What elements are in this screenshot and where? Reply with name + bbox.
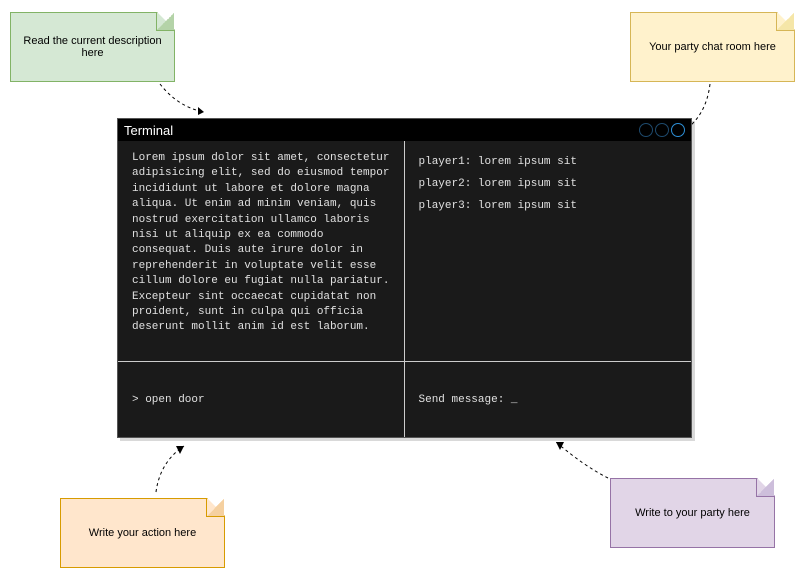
chat-player: player1 <box>419 156 465 168</box>
chat-player: player3 <box>419 200 465 212</box>
note-fold-icon <box>206 499 224 517</box>
note-chatroom-text: Your party chat room here <box>649 41 776 53</box>
chat-row: player3: lorem ipsum sit <box>419 195 678 217</box>
window-buttons <box>639 123 685 137</box>
note-send-text: Write to your party here <box>635 507 750 519</box>
note-description: Read the current description here <box>10 12 175 82</box>
note-send: Write to your party here <box>610 478 775 548</box>
send-input-pane[interactable]: Send message: _ <box>405 362 692 437</box>
terminal-window: Terminal Lorem ipsum dolor sit amet, con… <box>117 118 692 438</box>
terminal-title: Terminal <box>124 123 173 138</box>
terminal-body: Lorem ipsum dolor sit amet, consectetur … <box>118 141 691 437</box>
note-fold-icon <box>756 479 774 497</box>
chat-message: lorem ipsum sit <box>478 156 577 168</box>
note-action-text: Write your action here <box>89 527 196 539</box>
description-text: Lorem ipsum dolor sit amet, consectetur … <box>132 152 389 333</box>
description-pane: Lorem ipsum dolor sit amet, consectetur … <box>118 141 405 362</box>
note-chatroom: Your party chat room here <box>630 12 795 82</box>
chat-message: lorem ipsum sit <box>478 200 577 212</box>
note-fold-icon <box>776 13 794 31</box>
chat-row: player1: lorem ipsum sit <box>419 151 678 173</box>
chat-player: player2 <box>419 178 465 190</box>
note-description-text: Read the current description here <box>19 35 166 59</box>
chat-row: player2: lorem ipsum sit <box>419 173 678 195</box>
note-fold-icon <box>156 13 174 31</box>
arrow-action <box>150 442 210 498</box>
window-button-icon[interactable] <box>655 123 669 137</box>
command-prompt: > open door <box>132 394 205 406</box>
arrow-send <box>548 436 618 486</box>
chat-message: lorem ipsum sit <box>478 178 577 190</box>
terminal-titlebar: Terminal <box>118 119 691 141</box>
chat-pane: player1: lorem ipsum sit player2: lorem … <box>405 141 692 362</box>
window-button-icon[interactable] <box>639 123 653 137</box>
command-input-pane[interactable]: > open door <box>118 362 405 437</box>
arrow-description <box>158 82 218 122</box>
send-prompt: Send message: _ <box>419 394 518 406</box>
note-action: Write your action here <box>60 498 225 568</box>
window-button-icon[interactable] <box>671 123 685 137</box>
